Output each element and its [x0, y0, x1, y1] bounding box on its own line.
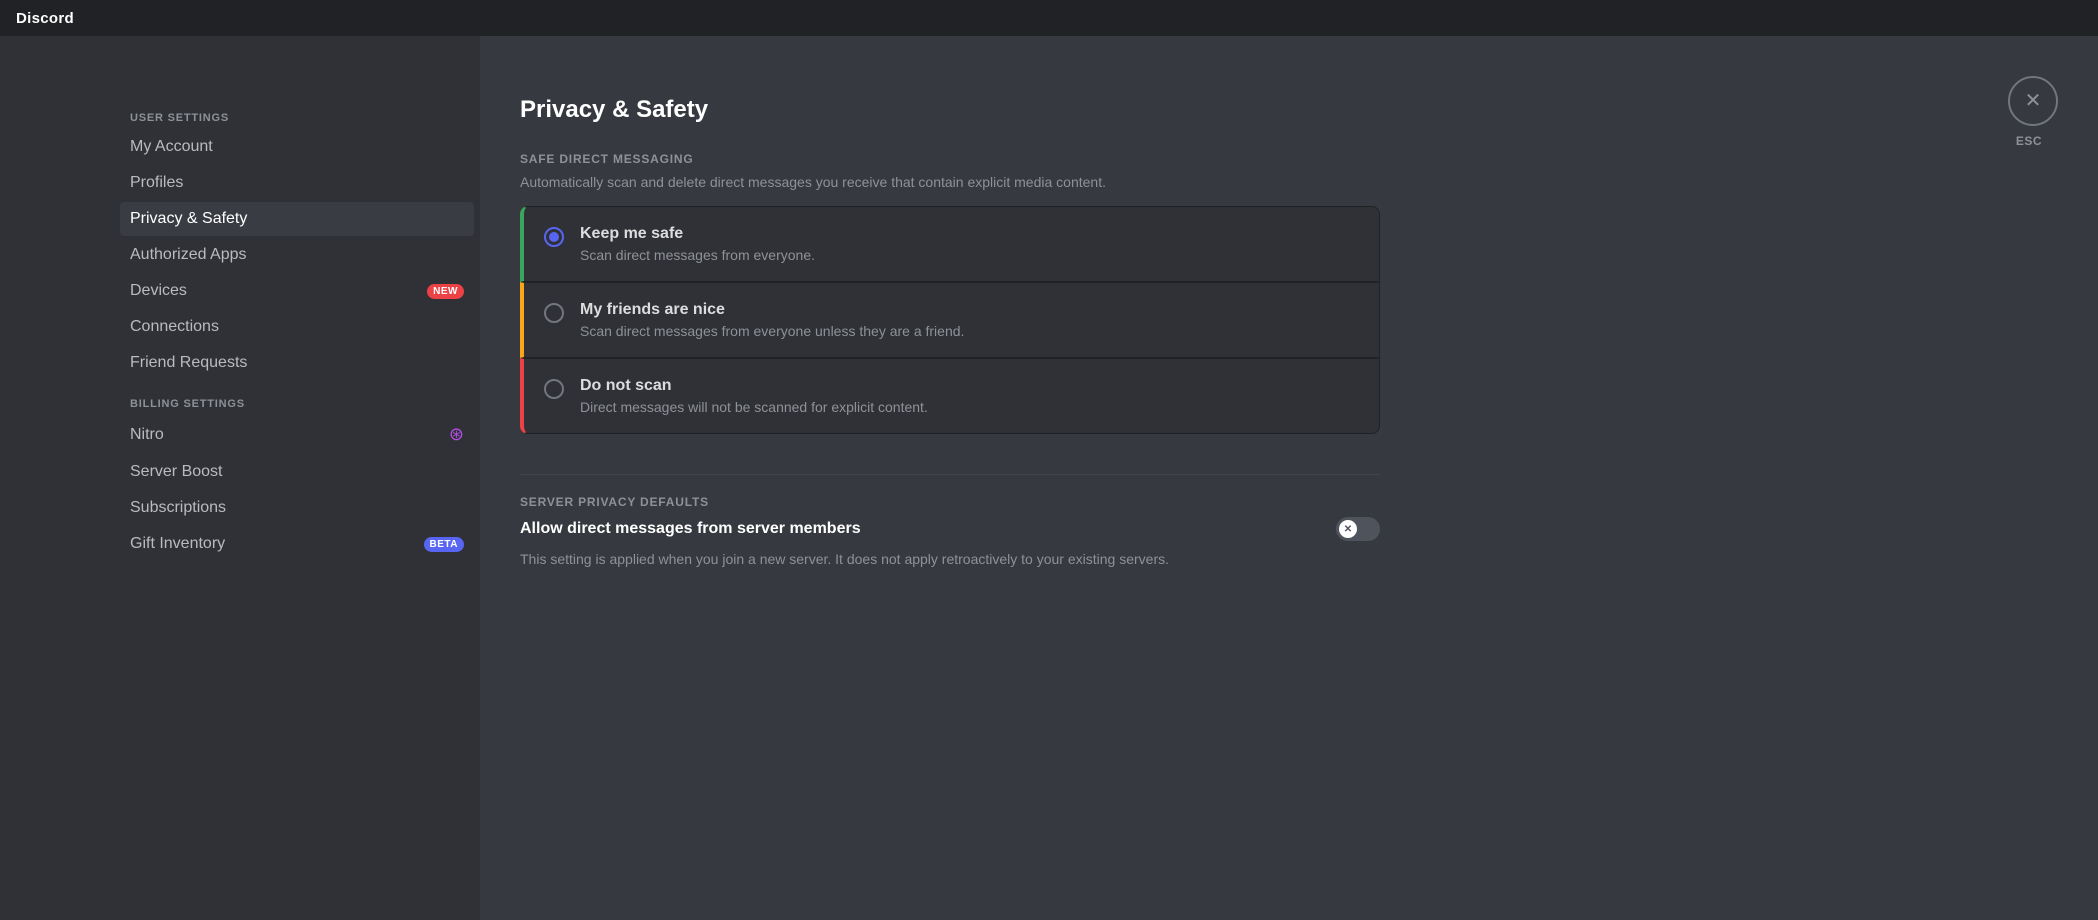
allow-dm-note: This setting is applied when you join a … [520, 549, 1380, 570]
radio-no-scan-text: Do not scan Direct messages will not be … [580, 377, 928, 415]
sidebar-item-server-boost-label: Server Boost [130, 463, 464, 481]
radio-keep-safe-title: Keep me safe [580, 225, 815, 243]
sidebar-item-authorized-apps[interactable]: Authorized Apps [120, 238, 474, 272]
user-settings-label: User Settings [120, 96, 474, 128]
section-divider [520, 474, 1380, 475]
sidebar-item-friend-requests[interactable]: Friend Requests [120, 346, 474, 380]
radio-no-scan-subtitle: Direct messages will not be scanned for … [580, 399, 928, 415]
app-logo: Discord [16, 10, 74, 27]
titlebar: Discord [0, 0, 2098, 36]
settings-layout: User Settings My Account Profiles Privac… [0, 36, 2098, 920]
esc-label: ESC [2016, 134, 2042, 148]
sidebar-item-subscriptions-label: Subscriptions [130, 499, 464, 517]
radio-friends-nice-title: My friends are nice [580, 301, 964, 319]
sidebar-item-authorized-apps-label: Authorized Apps [130, 246, 464, 264]
radio-no-scan-title: Do not scan [580, 377, 928, 395]
radio-friends-nice[interactable]: My friends are nice Scan direct messages… [520, 282, 1380, 358]
allow-dm-toggle[interactable]: ✕ [1336, 517, 1380, 541]
toggle-x-icon: ✕ [1344, 524, 1352, 535]
sidebar-item-my-account[interactable]: My Account [120, 130, 474, 164]
radio-friends-nice-text: My friends are nice Scan direct messages… [580, 301, 964, 339]
safe-dm-radio-group: Keep me safe Scan direct messages from e… [520, 206, 1380, 434]
server-privacy-section: Server Privacy Defaults Allow direct mes… [520, 495, 1380, 570]
radio-friends-nice-subtitle: Scan direct messages from everyone unles… [580, 323, 964, 339]
billing-settings-label: Billing Settings [120, 382, 474, 414]
devices-new-badge: NEW [427, 284, 464, 299]
radio-no-scan-circle [544, 379, 564, 399]
radio-keep-safe-subtitle: Scan direct messages from everyone. [580, 247, 815, 263]
sidebar-item-gift-inventory[interactable]: Gift Inventory BETA [120, 527, 474, 561]
radio-friends-nice-circle [544, 303, 564, 323]
sidebar-item-devices[interactable]: Devices NEW [120, 274, 474, 308]
sidebar-item-profiles-label: Profiles [130, 174, 464, 192]
sidebar-item-connections[interactable]: Connections [120, 310, 474, 344]
toggle-knob: ✕ [1339, 520, 1357, 538]
close-x-icon: ✕ [2025, 91, 2042, 111]
sidebar-item-friend-requests-label: Friend Requests [130, 354, 464, 372]
esc-label-container: ESC [2016, 132, 2042, 150]
sidebar-item-nitro-label: Nitro [130, 426, 449, 444]
allow-dm-setting-row: Allow direct messages from server member… [520, 517, 1380, 541]
sidebar-item-profiles[interactable]: Profiles [120, 166, 474, 200]
nitro-icon: ⊛ [449, 424, 464, 445]
radio-keep-safe[interactable]: Keep me safe Scan direct messages from e… [520, 206, 1380, 282]
radio-no-scan[interactable]: Do not scan Direct messages will not be … [520, 358, 1380, 434]
main-content: ✕ ESC Privacy & Safety Safe Direct Messa… [480, 36, 2098, 920]
gift-inventory-beta-badge: BETA [424, 537, 464, 552]
sidebar-item-connections-label: Connections [130, 318, 464, 336]
sidebar-item-privacy-safety-label: Privacy & Safety [130, 210, 464, 228]
sidebar-item-nitro[interactable]: Nitro ⊛ [120, 416, 474, 453]
close-button[interactable]: ✕ [2008, 76, 2058, 126]
sidebar-item-subscriptions[interactable]: Subscriptions [120, 491, 474, 525]
server-privacy-label: Server Privacy Defaults [520, 495, 1380, 509]
sidebar-item-server-boost[interactable]: Server Boost [120, 455, 474, 489]
sidebar: User Settings My Account Profiles Privac… [0, 36, 480, 920]
sidebar-item-devices-label: Devices [130, 282, 427, 300]
radio-keep-safe-text: Keep me safe Scan direct messages from e… [580, 225, 815, 263]
sidebar-item-gift-inventory-label: Gift Inventory [130, 535, 424, 553]
safe-dm-description: Automatically scan and delete direct mes… [520, 174, 2058, 190]
sidebar-item-my-account-label: My Account [130, 138, 464, 156]
page-title: Privacy & Safety [520, 96, 2058, 124]
safe-dm-section-label: Safe Direct Messaging [520, 152, 2058, 166]
allow-dm-setting-name: Allow direct messages from server member… [520, 520, 861, 538]
radio-keep-safe-circle [544, 227, 564, 247]
sidebar-item-privacy-safety[interactable]: Privacy & Safety [120, 202, 474, 236]
